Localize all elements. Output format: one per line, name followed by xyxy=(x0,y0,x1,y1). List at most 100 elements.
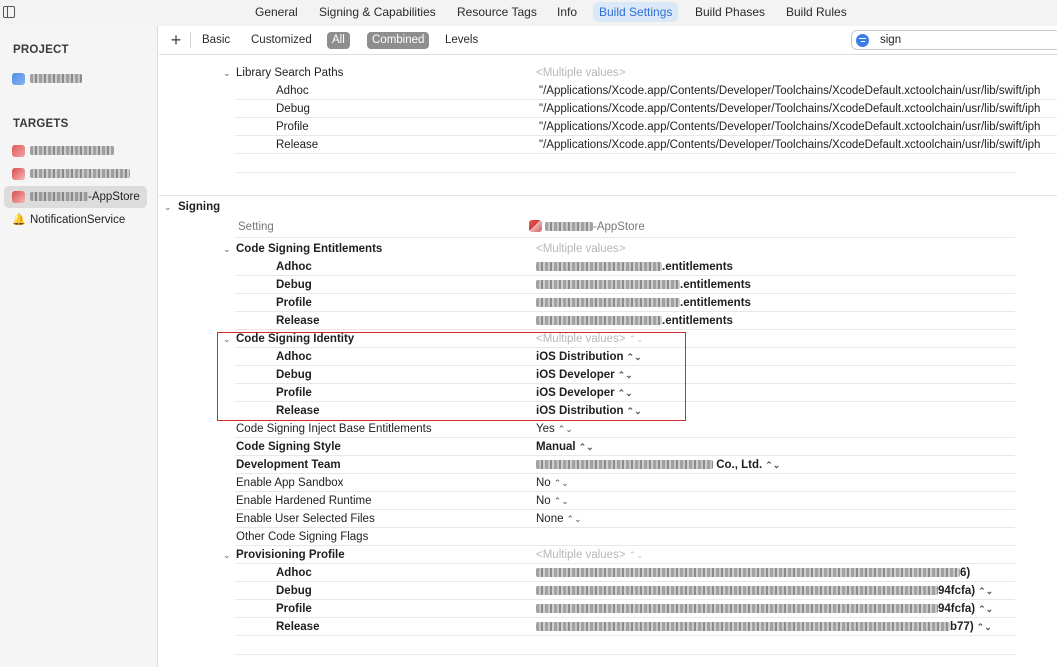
config-row[interactable]: Profile 94fcfa) ⌃⌄ xyxy=(159,600,1057,618)
tab-build-rules[interactable]: Build Rules xyxy=(780,2,853,22)
filter-all[interactable]: All xyxy=(327,32,350,49)
filter-customized[interactable]: Customized xyxy=(246,32,317,49)
section-header-signing[interactable]: ⌄ Signing xyxy=(159,198,1057,216)
add-setting-button[interactable]: + xyxy=(167,29,185,51)
search-input[interactable] xyxy=(880,32,1050,48)
setting-value[interactable]: Manual ⌃⌄ xyxy=(536,438,594,456)
setting-value[interactable]: No ⌃⌄ xyxy=(536,492,569,510)
tab-build-settings[interactable]: Build Settings xyxy=(593,2,679,22)
setting-row-provisioning-profile[interactable]: ⌄ Provisioning Profile <Multiple values>… xyxy=(159,546,1057,564)
app-target-icon xyxy=(12,168,25,180)
tab-info[interactable]: Info xyxy=(551,2,583,22)
setting-label: Other Code Signing Flags xyxy=(236,531,369,543)
setting-row-code-signing-entitlements[interactable]: ⌄ Code Signing Entitlements <Multiple va… xyxy=(159,240,1057,258)
setting-value[interactable]: No ⌃⌄ xyxy=(536,474,569,492)
config-value[interactable]: 94fcfa) ⌃⌄ xyxy=(536,600,993,618)
config-name: Debug xyxy=(276,279,312,291)
filter-levels[interactable]: Levels xyxy=(440,32,483,49)
config-name: Release xyxy=(276,621,320,633)
config-row[interactable]: Debug .entitlements xyxy=(159,276,1057,294)
config-value[interactable]: 6) xyxy=(536,564,970,582)
value-redacted xyxy=(536,622,950,632)
config-name: Debug xyxy=(276,585,312,597)
app-target-icon xyxy=(12,191,25,203)
config-name: Debug xyxy=(276,103,310,115)
config-row[interactable]: Adhoc .entitlements xyxy=(159,258,1057,276)
search-field[interactable] xyxy=(851,30,1057,50)
stepper-icon[interactable]: ⌃⌄ xyxy=(567,514,582,524)
section-title: Signing xyxy=(178,201,221,213)
row-separator xyxy=(235,135,1057,136)
stepper-icon[interactable]: ⌃⌄ xyxy=(978,604,993,614)
filter-icon[interactable] xyxy=(856,34,869,47)
setting-row[interactable]: Enable User Selected Files None ⌃⌄ xyxy=(159,510,1057,528)
config-row[interactable]: Release .entitlements xyxy=(159,312,1057,330)
filter-combined[interactable]: Combined xyxy=(367,32,430,49)
row-separator xyxy=(235,275,1015,276)
stepper-icon[interactable]: ⌃⌄ xyxy=(765,460,780,470)
config-row[interactable]: Adhoc 6) xyxy=(159,564,1057,582)
stepper-icon[interactable]: ⌃⌄ xyxy=(629,550,644,560)
stepper-icon[interactable]: ⌃⌄ xyxy=(977,622,992,632)
setting-label: Provisioning Profile xyxy=(236,549,345,561)
config-row[interactable]: Adhoc "/Applications/Xcode.app/Contents/… xyxy=(159,82,1057,100)
config-value: "/Applications/Xcode.app/Contents/Develo… xyxy=(539,121,1041,133)
setting-value[interactable]: None ⌃⌄ xyxy=(536,510,582,528)
setting-row[interactable]: Enable App Sandbox No ⌃⌄ xyxy=(159,474,1057,492)
config-row[interactable]: Profile .entitlements xyxy=(159,294,1057,312)
row-separator xyxy=(235,617,1015,618)
row-separator xyxy=(235,99,1057,100)
config-value: "/Applications/Xcode.app/Contents/Develo… xyxy=(539,139,1041,151)
chevron-down-icon[interactable]: ⌄ xyxy=(164,203,172,212)
stepper-icon[interactable]: ⌃⌄ xyxy=(558,424,573,434)
row-separator xyxy=(235,563,1015,564)
sidebar-item-target-2[interactable] xyxy=(4,163,147,185)
setting-row[interactable]: Other Code Signing Flags xyxy=(159,528,1057,546)
setting-value[interactable]: Co., Ltd. ⌃⌄ xyxy=(536,456,780,474)
setting-value: <Multiple values> ⌃⌄ xyxy=(536,549,644,561)
filter-basic[interactable]: Basic xyxy=(197,32,235,49)
config-value[interactable]: b77) ⌃⌄ xyxy=(536,618,992,636)
setting-label: Enable Hardened Runtime xyxy=(236,495,372,507)
sidebar-item-notification-service[interactable]: 🔔 NotificationService xyxy=(4,209,147,231)
sidebar-item-target-1[interactable] xyxy=(4,140,147,162)
chevron-down-icon[interactable]: ⌄ xyxy=(223,69,231,78)
tab-resource-tags[interactable]: Resource Tags xyxy=(451,2,543,22)
chevron-down-icon[interactable]: ⌄ xyxy=(223,551,231,560)
stepper-icon[interactable]: ⌃⌄ xyxy=(554,496,569,506)
value-redacted xyxy=(536,568,960,578)
stepper-icon[interactable]: ⌃⌄ xyxy=(579,442,594,452)
build-settings-filter-bar: + Basic Customized All Combined Levels xyxy=(159,26,1057,55)
config-name: Release xyxy=(276,139,319,151)
config-row[interactable]: Debug "/Applications/Xcode.app/Contents/… xyxy=(159,100,1057,118)
setting-value[interactable]: Yes ⌃⌄ xyxy=(536,420,573,438)
setting-row[interactable]: Development Team Co., Ltd. ⌃⌄ xyxy=(159,456,1057,474)
config-row[interactable]: Release "/Applications/Xcode.app/Content… xyxy=(159,136,1057,154)
sidebar-item-project[interactable] xyxy=(4,68,147,90)
setting-row[interactable]: Code Signing Inject Base Entitlements Ye… xyxy=(159,420,1057,438)
config-row[interactable]: Debug 94fcfa) ⌃⌄ xyxy=(159,582,1057,600)
tab-general[interactable]: General xyxy=(249,2,304,22)
setting-label: Development Team xyxy=(236,459,341,471)
row-separator xyxy=(235,527,1015,528)
bell-icon: 🔔 xyxy=(12,214,26,226)
setting-row-library-search-paths[interactable]: ⌄ Library Search Paths <Multiple values> xyxy=(159,64,1057,82)
config-name: Adhoc xyxy=(276,567,312,579)
chevron-down-icon[interactable]: ⌄ xyxy=(223,245,231,254)
setting-row[interactable]: Code Signing Style Manual ⌃⌄ xyxy=(159,438,1057,456)
tab-build-phases[interactable]: Build Phases xyxy=(689,2,771,22)
tab-signing-capabilities[interactable]: Signing & Capabilities xyxy=(313,2,442,22)
row-separator xyxy=(235,455,1015,456)
config-row[interactable]: Release b77) ⌃⌄ xyxy=(159,618,1057,636)
config-value[interactable]: 94fcfa) ⌃⌄ xyxy=(536,582,993,600)
config-row[interactable]: Profile "/Applications/Xcode.app/Content… xyxy=(159,118,1057,136)
sidebar-toggle-icon[interactable] xyxy=(3,6,15,18)
setting-row[interactable]: Enable Hardened Runtime No ⌃⌄ xyxy=(159,492,1057,510)
project-section-header: PROJECT xyxy=(13,44,69,56)
sidebar-item-target-appstore[interactable]: -AppStore xyxy=(4,186,147,208)
stepper-icon[interactable]: ⌃⌄ xyxy=(554,478,569,488)
stepper-icon[interactable]: ⌃⌄ xyxy=(978,586,993,596)
row-separator xyxy=(235,581,1015,582)
row-separator xyxy=(235,509,1015,510)
config-name: Profile xyxy=(276,603,312,615)
